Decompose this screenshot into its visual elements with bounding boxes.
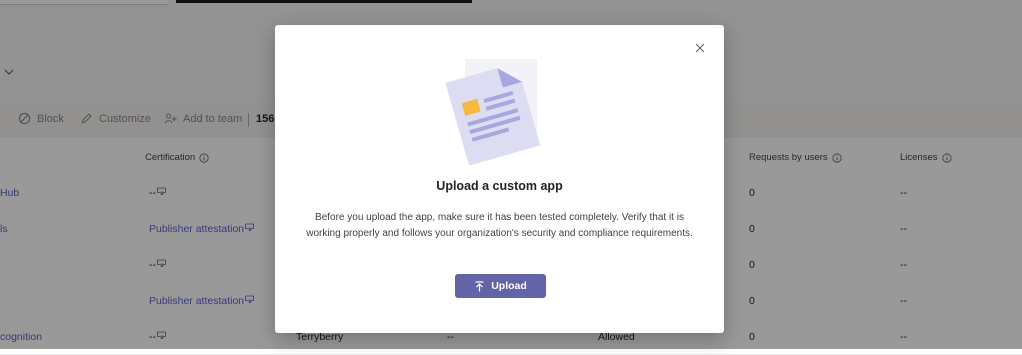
dialog-description: Before you upload the app, make sure it … (306, 212, 693, 239)
document-illustration-icon (445, 59, 541, 165)
upload-label: Upload (491, 280, 527, 292)
upload-custom-app-dialog: Upload a custom app Before you upload th… (275, 25, 724, 333)
upload-arrow-icon (475, 280, 484, 291)
upload-button[interactable]: Upload (455, 274, 546, 298)
dialog-title: Upload a custom app (436, 179, 563, 193)
close-icon[interactable] (693, 41, 707, 55)
